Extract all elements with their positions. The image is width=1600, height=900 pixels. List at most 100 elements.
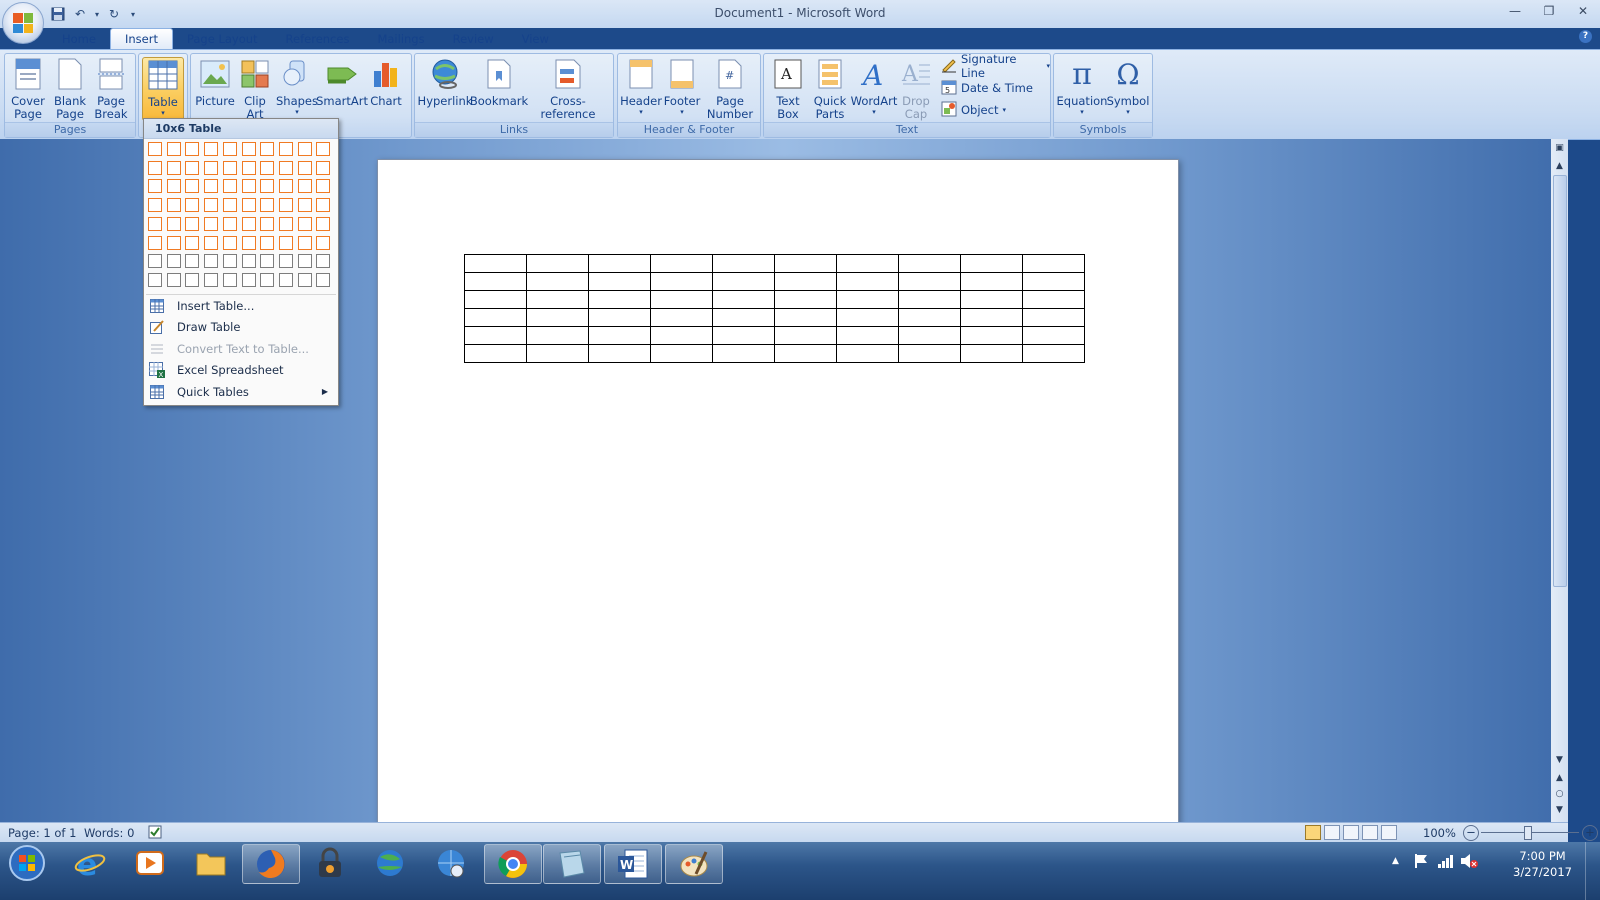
zoom-in-icon[interactable]: +	[1582, 825, 1598, 841]
table-cell[interactable]	[650, 344, 713, 363]
table-size-cell[interactable]	[279, 198, 293, 212]
table-size-cell[interactable]	[242, 142, 256, 156]
table-cell[interactable]	[712, 344, 775, 363]
globe-app-icon[interactable]	[362, 844, 418, 882]
table-size-cell[interactable]	[316, 142, 330, 156]
table-cell[interactable]	[836, 254, 899, 273]
table-cell[interactable]	[712, 308, 775, 327]
word-count[interactable]: Words: 0	[84, 826, 134, 840]
table-size-cell[interactable]	[298, 179, 312, 193]
print-layout-icon[interactable]	[1305, 825, 1321, 840]
table-size-cell[interactable]	[148, 198, 162, 212]
table-size-cell[interactable]	[148, 142, 162, 156]
table-cell[interactable]	[526, 272, 589, 291]
tab-review[interactable]: Review	[439, 29, 508, 50]
table-size-cell[interactable]	[223, 161, 237, 175]
table-size-cell[interactable]	[223, 273, 237, 287]
blank-page-button[interactable]: Blank Page	[50, 57, 90, 121]
table-size-cell[interactable]	[204, 161, 218, 175]
table-cell[interactable]	[588, 308, 651, 327]
table-cell[interactable]	[960, 254, 1023, 273]
zoom-out-icon[interactable]: −	[1463, 825, 1479, 841]
internet-explorer-icon[interactable]: e	[62, 844, 118, 882]
table-size-cell[interactable]	[260, 254, 274, 268]
select-browse-object-icon[interactable]: ○	[1551, 789, 1568, 799]
cover-page-button[interactable]: Cover Page ▾	[7, 57, 49, 129]
drop-cap-button[interactable]: A Drop Cap	[898, 57, 934, 121]
table-cell[interactable]	[588, 272, 651, 291]
file-explorer-icon[interactable]	[183, 844, 239, 882]
table-cell[interactable]	[836, 344, 899, 363]
insert-table-menu-item[interactable]: Insert Table...	[144, 295, 338, 316]
table-size-cell[interactable]	[316, 254, 330, 268]
table-size-cell[interactable]	[204, 142, 218, 156]
table-size-cell[interactable]	[185, 142, 199, 156]
table-cell[interactable]	[464, 254, 527, 273]
table-cell[interactable]	[464, 272, 527, 291]
table-size-cell[interactable]	[260, 217, 274, 231]
table-cell[interactable]	[898, 290, 961, 309]
draw-table-menu-item[interactable]: Draw Table	[144, 316, 338, 337]
table-cell[interactable]	[960, 290, 1023, 309]
tab-insert[interactable]: Insert	[109, 28, 173, 50]
table-size-cell[interactable]	[185, 254, 199, 268]
table-cell[interactable]	[1022, 290, 1085, 309]
table-cell[interactable]	[836, 290, 899, 309]
table-size-cell[interactable]	[279, 217, 293, 231]
table-cell[interactable]	[650, 272, 713, 291]
firefox-icon[interactable]	[242, 844, 300, 884]
table-cell[interactable]	[898, 326, 961, 345]
network-signal-icon[interactable]	[1437, 853, 1453, 872]
save-icon[interactable]	[50, 6, 66, 22]
zoom-level[interactable]: 100%	[1423, 826, 1456, 840]
undo-icon[interactable]: ↶	[72, 6, 88, 22]
quick-tables-menu-item[interactable]: Quick Tables ▶	[144, 381, 338, 402]
cross-reference-button[interactable]: Cross-reference	[527, 57, 609, 121]
table-size-cell[interactable]	[148, 236, 162, 250]
table-size-cell[interactable]	[185, 161, 199, 175]
table-size-cell[interactable]	[298, 161, 312, 175]
vertical-scrollbar[interactable]: ▣ ▲ ▼ ▲ ○ ▼	[1551, 139, 1568, 827]
quick-parts-button[interactable]: Quick Parts	[810, 57, 850, 121]
table-size-cell[interactable]	[298, 198, 312, 212]
excel-spreadsheet-menu-item[interactable]: X Excel Spreadsheet	[144, 359, 338, 380]
table-size-cell[interactable]	[279, 254, 293, 268]
document-table[interactable]	[464, 254, 1085, 363]
footer-button[interactable]: Footer ▾	[662, 57, 702, 116]
table-size-cell[interactable]	[167, 254, 181, 268]
undo-dropdown-icon[interactable]: ▾	[94, 6, 100, 22]
table-size-cell[interactable]	[298, 142, 312, 156]
table-cell[interactable]	[898, 344, 961, 363]
smartart-button[interactable]: SmartArt	[316, 57, 368, 108]
table-cell[interactable]	[526, 344, 589, 363]
table-size-cell[interactable]	[185, 236, 199, 250]
table-cell[interactable]	[774, 326, 837, 345]
table-size-cell[interactable]	[242, 236, 256, 250]
table-cell[interactable]	[526, 326, 589, 345]
text-box-button[interactable]: A Text Box	[768, 57, 808, 121]
table-size-cell[interactable]	[316, 179, 330, 193]
table-size-cell[interactable]	[223, 254, 237, 268]
customize-qat-icon[interactable]: ▾	[128, 6, 138, 22]
vpn-lock-icon[interactable]	[302, 844, 358, 882]
table-size-cell[interactable]	[185, 198, 199, 212]
table-size-cell[interactable]	[316, 161, 330, 175]
table-size-cell[interactable]	[260, 142, 274, 156]
table-cell[interactable]	[898, 308, 961, 327]
table-cell[interactable]	[774, 344, 837, 363]
table-size-cell[interactable]	[185, 179, 199, 193]
tab-home[interactable]: Home	[48, 29, 110, 50]
tab-view[interactable]: View	[508, 29, 563, 50]
table-cell[interactable]	[526, 254, 589, 273]
table-size-cell[interactable]	[298, 217, 312, 231]
microsoft-word-icon[interactable]: W	[604, 844, 662, 884]
table-size-cell[interactable]	[204, 236, 218, 250]
table-button[interactable]: Table ▾	[142, 57, 184, 121]
network-globe-icon[interactable]	[423, 844, 479, 882]
picture-button[interactable]: Picture	[194, 57, 236, 108]
table-size-cell[interactable]	[279, 179, 293, 193]
table-size-cell[interactable]	[279, 161, 293, 175]
table-size-cell[interactable]	[260, 273, 274, 287]
date-time-button[interactable]: 5 Date & Time	[941, 79, 1033, 97]
table-size-cell[interactable]	[223, 142, 237, 156]
